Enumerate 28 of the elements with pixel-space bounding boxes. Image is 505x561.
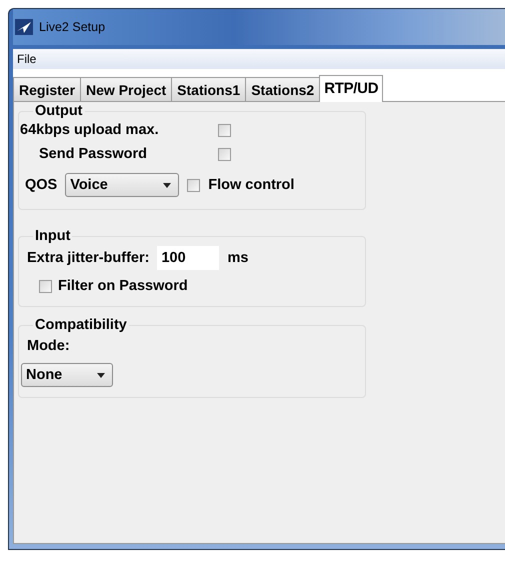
caret-icon <box>97 372 105 378</box>
group-title: Output <box>34 103 84 119</box>
checkbox[interactable] <box>39 280 52 292</box>
jitter-input[interactable]: 100 <box>157 246 220 270</box>
plane-icon <box>15 19 33 35</box>
qos-label: QOS <box>25 177 58 193</box>
caret-icon <box>163 182 172 188</box>
jitter-label: Extra jitter-buffer: <box>27 250 150 266</box>
menu-item[interactable]: File <box>17 52 36 66</box>
checkbox[interactable] <box>187 178 200 192</box>
group-title: Input <box>34 228 72 244</box>
mode-dropdown[interactable]: None <box>21 363 113 387</box>
window-title: Live2 Setup <box>39 20 106 34</box>
tab[interactable]: Register <box>13 77 82 101</box>
tab[interactable]: RTP/UD <box>319 75 384 102</box>
option-label: Send Password <box>39 146 148 162</box>
group-title: Compatibility <box>34 317 128 333</box>
option-label: 64kbps upload max. <box>20 122 160 138</box>
tab[interactable]: Stations2 <box>245 77 320 101</box>
mode-label: Mode: <box>27 338 70 354</box>
option-label: Flow control <box>208 177 294 193</box>
tab[interactable]: Stations1 <box>171 77 246 101</box>
tab[interactable]: New Project <box>80 77 172 101</box>
option-label: Filter on Password <box>58 278 188 294</box>
qos-dropdown[interactable]: Voice <box>65 173 180 197</box>
checkbox[interactable] <box>218 148 231 160</box>
checkbox[interactable] <box>218 124 231 136</box>
unit-label: ms <box>227 250 248 266</box>
